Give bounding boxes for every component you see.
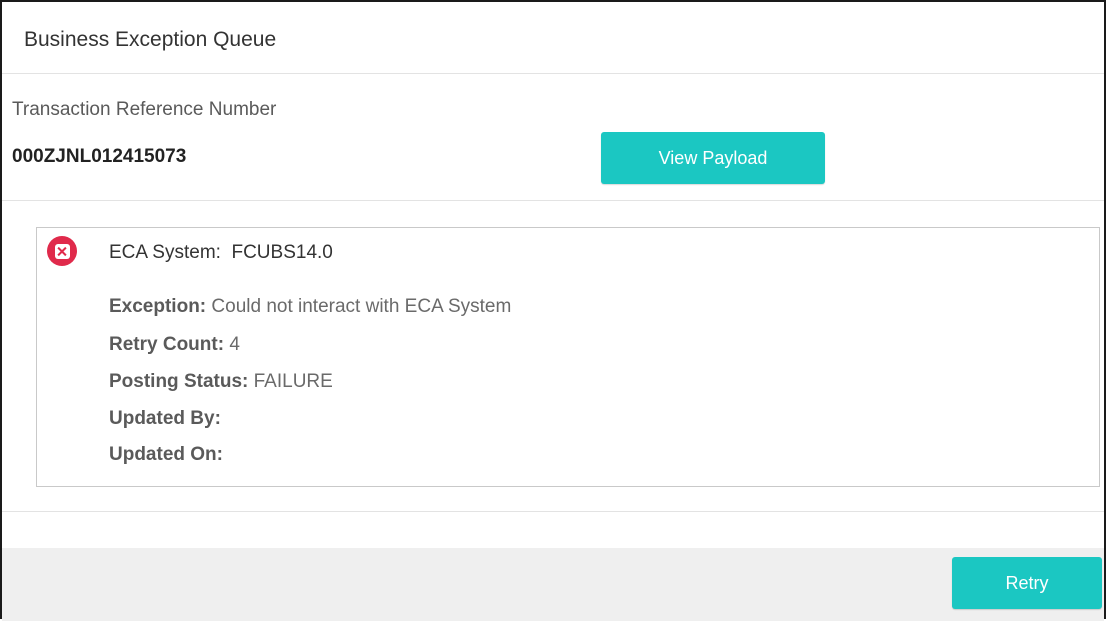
- exception-value: Could not interact with ECA System: [206, 296, 512, 317]
- view-payload-button[interactable]: View Payload: [601, 132, 825, 184]
- retry-count-value: 4: [224, 334, 240, 355]
- updated-by-detail: Updated By:: [109, 408, 221, 430]
- dialog-footer: Retry: [2, 548, 1104, 621]
- error-x-icon: [47, 236, 77, 266]
- updated-on-key: Updated On:: [109, 444, 223, 465]
- dialog-title: Business Exception Queue: [24, 28, 277, 51]
- divider: [2, 200, 1104, 201]
- retry-count-detail: Retry Count: 4: [109, 334, 240, 356]
- posting-status-value: FAILURE: [248, 371, 333, 392]
- transaction-reference-value: 000ZJNL012415073: [12, 146, 187, 167]
- posting-status-detail: Posting Status: FAILURE: [109, 371, 333, 393]
- updated-by-key: Updated By:: [109, 408, 221, 429]
- eca-system-title: ECA System: FCUBS14.0: [109, 242, 333, 263]
- retry-count-key: Retry Count:: [109, 334, 225, 355]
- exception-card: ECA System: FCUBS14.0 Exception: Could n…: [36, 227, 1100, 487]
- transaction-reference-label: Transaction Reference Number: [12, 99, 277, 120]
- updated-on-detail: Updated On:: [109, 444, 223, 466]
- exception-key: Exception:: [109, 296, 207, 317]
- posting-status-key: Posting Status:: [109, 371, 249, 392]
- divider: [2, 511, 1104, 512]
- exception-dialog: Business Exception Queue Transaction Ref…: [0, 0, 1106, 621]
- exception-detail: Exception: Could not interact with ECA S…: [109, 296, 511, 318]
- retry-button[interactable]: Retry: [952, 557, 1102, 609]
- dialog-header: Business Exception Queue: [2, 2, 1104, 74]
